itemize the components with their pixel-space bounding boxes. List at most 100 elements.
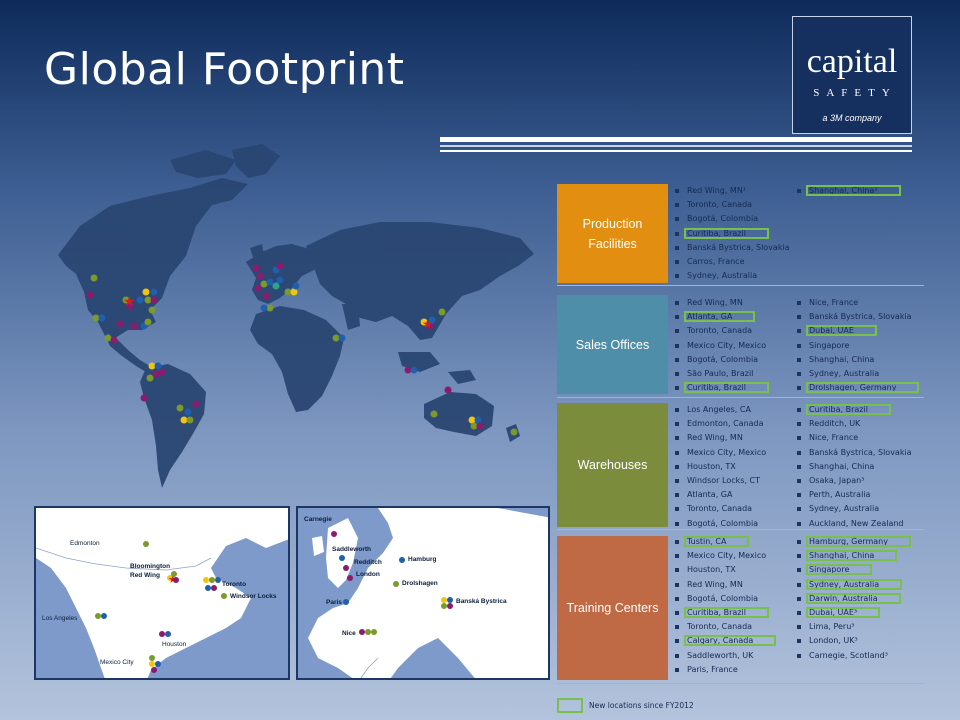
location-text: Mexico City, Mexico <box>687 551 767 561</box>
north-america-inset: ★ Edmonton Bloomington Red Wing Toronto … <box>34 506 290 680</box>
inset-label-red-wing: Red Wing <box>130 572 160 579</box>
location-text: Perth, Australia <box>809 490 871 500</box>
location-text: Curitiba, Brazil <box>684 382 769 394</box>
location-item: Drolshagen, Germany <box>797 381 920 395</box>
location-item: Shanghai, China <box>797 549 910 563</box>
location-item: Banská Bystrica, Slovakia <box>797 310 918 324</box>
location-item: Houston, TX <box>675 460 768 474</box>
location-item: Toronto, Canada <box>675 620 775 634</box>
legend-text: New locations since FY2012 <box>589 701 694 710</box>
location-text: Curitiba, Brazil <box>684 227 769 239</box>
inset-label-london: London <box>356 571 380 578</box>
location-text: Curitiba, Brazil <box>806 404 891 415</box>
location-text: Edmonton, Canada <box>687 419 764 429</box>
location-item: Red Wing, MN <box>675 296 768 310</box>
section-sales-offices: Sales Offices Red Wing, MN Atlanta, GA Tor… <box>557 292 924 398</box>
location-item: Banská Bystrica, Slovakia <box>675 241 792 255</box>
inset-label-paris: Paris <box>326 599 342 606</box>
location-item: Shanghai, China <box>797 460 914 474</box>
location-item: Lima, Peru³ <box>797 620 910 634</box>
location-text: Paris, France <box>687 664 738 674</box>
location-item: Perth, Australia <box>797 488 914 502</box>
location-item: Darwin, Australia <box>797 592 910 606</box>
location-text: Houston, TX <box>687 461 736 471</box>
location-item: Curitiba, Brazil <box>675 606 775 620</box>
location-text: Red Wing, MN <box>687 579 743 589</box>
location-item: Paris, France <box>675 663 775 677</box>
location-text: Banská Bystrica, Slovakia <box>809 312 912 322</box>
location-item: Houston, TX <box>675 563 775 577</box>
location-item: Singapore <box>797 563 910 577</box>
location-item: Sydney, Australia <box>797 367 918 381</box>
location-item: Shanghai, China <box>797 353 918 367</box>
location-item: Tustin, CA <box>675 535 775 549</box>
location-text: Singapore <box>805 564 873 576</box>
inset-label-hamburg: Hamburg <box>408 556 437 563</box>
section-label-sales: Sales Offices <box>557 295 668 394</box>
location-item: Hamburg, Germany <box>797 535 911 549</box>
location-item: Carros, France <box>675 255 792 269</box>
location-text: Los Angeles, CA <box>687 405 751 414</box>
inset-label-houston: Houston <box>162 641 187 648</box>
location-text: Banská Bystrica, Slovakia <box>809 447 912 457</box>
inset-label-windsor-locks: Windsor Locks <box>230 593 277 600</box>
sales-list-col1: Red Wing, MN Atlanta, GA Toronto, Canada Me… <box>675 296 769 395</box>
location-item: Bogotá, Colombia <box>675 517 768 531</box>
location-item: Bogotá, Colombia <box>675 212 792 226</box>
world-landmass <box>58 144 534 488</box>
location-text: Bogotá, Colombia <box>687 518 759 528</box>
section-label-warehouses: Warehouses <box>557 403 668 527</box>
location-text: Drolshagen, Germany <box>805 382 920 394</box>
training-list-col1: Tustin, CA Mexico City, Mexico Houston, TX… <box>675 535 777 677</box>
inset-label-redditch: Redditch <box>354 559 382 566</box>
location-text: Sydney, Australia <box>809 368 880 378</box>
location-item: Dubai, UAE³ <box>797 606 910 620</box>
location-item: Nice, France <box>797 431 914 445</box>
section-training-centers: Training Centers Tustin, CA Mexico City, … <box>557 532 924 684</box>
location-item: Dubai, UAE <box>797 324 918 338</box>
location-text: Mexico City, Mexico <box>687 447 767 457</box>
location-text: Bogotá, Colombia <box>687 214 759 224</box>
inset-label-mexico-city: Mexico City <box>100 659 134 666</box>
location-text: Windsor Locks, CT <box>687 475 760 485</box>
location-text: Mexico City, Mexico <box>687 340 767 350</box>
location-text: Banská Bystrica, Slovakia <box>687 242 790 252</box>
location-text: Shanghai, China² <box>806 185 901 196</box>
section-warehouses: Warehouses Los Angeles, CA Edmonton, Cana… <box>557 400 924 530</box>
location-item: Curitiba, Brazil <box>675 227 792 241</box>
location-item: Red Wing, MN¹ <box>675 184 792 198</box>
location-item: Sydney, Australia <box>797 502 914 516</box>
location-item: Mexico City, Mexico <box>675 339 768 353</box>
location-item: Atlanta, GA <box>675 488 768 502</box>
section-label-production: Production Facilities <box>557 184 668 283</box>
inset-label-banska-bystrica: Banská Bystrica <box>456 598 507 605</box>
location-item: Red Wing, MN <box>675 578 775 592</box>
location-item: Mexico City, Mexico <box>675 549 775 563</box>
location-item: Singapore <box>797 339 918 353</box>
inset-label-saddleworth: Saddleworth <box>332 546 372 553</box>
location-text: Atlanta, GA <box>687 490 733 500</box>
inset-label-nice: Nice <box>342 630 356 637</box>
location-text: Darwin, Australia <box>806 592 901 604</box>
location-text: Sydney, Australia <box>805 578 903 590</box>
location-item: Windsor Locks, CT <box>675 474 768 488</box>
location-text: Toronto, Canada <box>687 326 753 336</box>
location-text: Calgary, Canada <box>683 635 777 647</box>
location-item: London, UK³ <box>797 634 910 648</box>
inset-label-bloomington: Bloomington <box>130 563 171 570</box>
svg-text:★: ★ <box>123 293 136 309</box>
location-item: Calgary, Canada <box>675 634 777 648</box>
location-item: Edmonton, Canada <box>675 417 768 431</box>
location-item: Curitiba, Brazil <box>675 381 769 395</box>
location-item: Atlanta, GA <box>675 310 768 324</box>
location-item: Toronto, Canada <box>675 502 768 516</box>
svg-text:★: ★ <box>422 317 433 331</box>
location-item: Bogotá, Colombia <box>675 353 768 367</box>
location-item: Auckland, New Zealand <box>797 517 914 531</box>
location-text: Sydney, Australia <box>687 271 758 281</box>
location-text: Auckland, New Zealand <box>809 518 904 528</box>
production-list-col1: Red Wing, MN¹ Toronto, Canada Bogotá, Colo… <box>675 184 792 283</box>
location-text: Toronto, Canada <box>687 622 753 632</box>
inset-label-edmonton: Edmonton <box>70 540 100 547</box>
location-item: Sydney, Australia <box>675 269 792 283</box>
